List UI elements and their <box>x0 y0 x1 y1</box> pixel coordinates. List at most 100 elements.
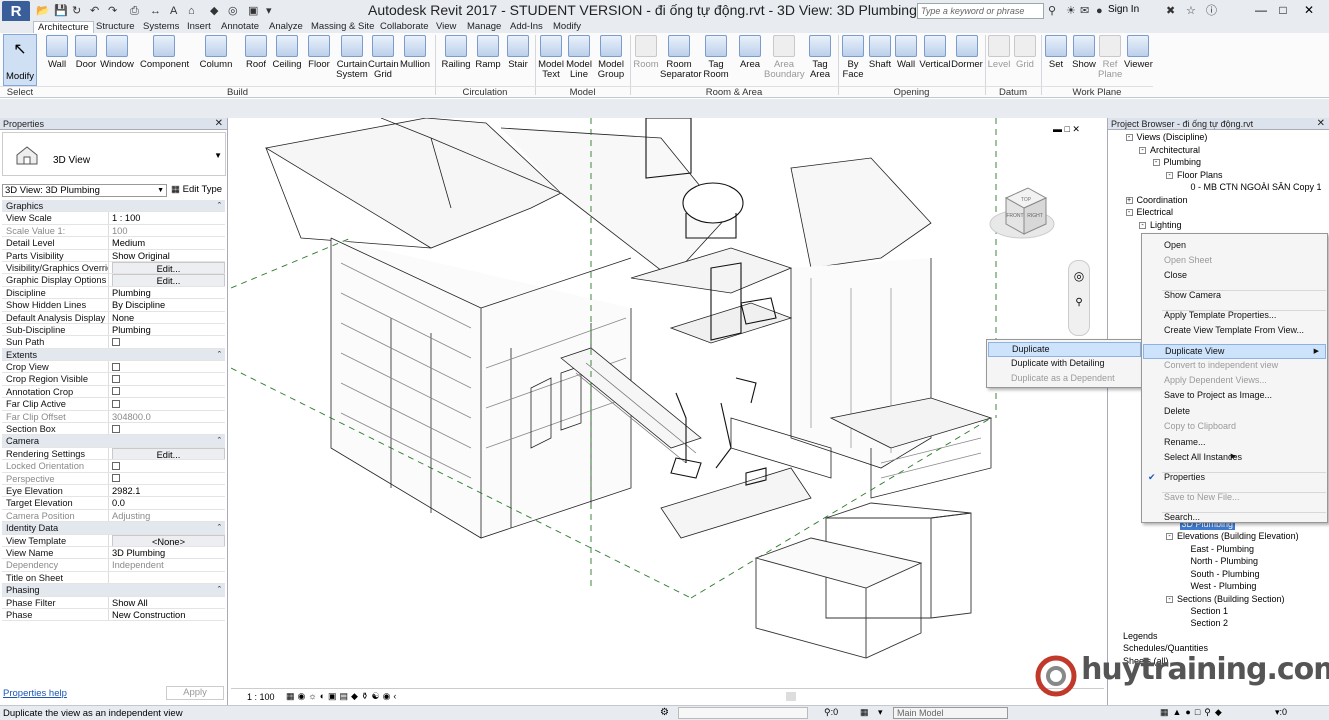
tab-architecture[interactable]: Architecture <box>33 21 94 33</box>
tab-modify[interactable]: Modify <box>549 21 585 33</box>
expander-icon[interactable]: - <box>1139 222 1146 230</box>
property-section-header[interactable]: Identity Data ˆ <box>2 522 225 535</box>
tab-systems[interactable]: Systems <box>139 21 183 33</box>
3d-view-canvas[interactable]: TOP FRONT RIGHT ◎ ⚲ ▬ □ ✕ <box>231 118 1104 688</box>
3d-view-icon[interactable]: ⌂ <box>188 3 195 19</box>
expander-icon[interactable]: - <box>1125 134 1133 142</box>
property-section-header[interactable]: Camera ˆ <box>2 435 225 448</box>
undo-icon[interactable]: ↶ <box>90 3 99 19</box>
close-icon[interactable]: ✕ <box>1317 118 1325 130</box>
property-value[interactable]: Medium <box>112 238 145 248</box>
stair-button[interactable]: Stair <box>504 35 532 70</box>
property-section-header[interactable]: Extents ˆ <box>2 348 225 362</box>
viewer-button[interactable]: Viewer <box>1124 35 1153 70</box>
selection-options-icons[interactable]: ▦▲●□⚲◆ <box>1160 707 1226 718</box>
property-value[interactable]: By Discipline <box>112 300 165 310</box>
checkbox[interactable] <box>112 461 120 470</box>
context-menu-item[interactable]: Convert to independent view <box>1164 360 1278 370</box>
property-value[interactable]: New Construction <box>112 610 185 620</box>
context-menu-item[interactable]: Apply Template Properties... <box>1164 310 1276 320</box>
section-icon[interactable]: ◆ <box>210 3 218 19</box>
context-menu-item[interactable]: Duplicate View ▶ <box>1143 344 1326 359</box>
floor-button[interactable]: Floor <box>305 35 333 70</box>
view-control-icons[interactable]: ▦◉☼◐▣▤◆⚱☯◉‹ <box>286 691 399 702</box>
property-value[interactable]: 3D Plumbing <box>112 548 165 558</box>
component-button[interactable]: Component <box>140 35 189 70</box>
tree-node[interactable]: - Lighting <box>1139 220 1182 231</box>
maximize-icon[interactable]: □ <box>1270 0 1296 20</box>
model-line-button[interactable]: Model Line <box>566 35 592 80</box>
room-button[interactable]: Room <box>633 35 659 70</box>
apply-button[interactable]: Apply <box>166 686 224 700</box>
design-option-selector[interactable]: Main Model <box>893 707 1008 719</box>
tree-node[interactable]: - Views (Discipline) <box>1125 132 1207 143</box>
tree-node[interactable]: West - Plumbing <box>1180 581 1257 592</box>
tag-room-button[interactable]: Tag Room <box>702 35 730 80</box>
zoom-icon[interactable]: ⚲ <box>1069 297 1089 308</box>
tag-area-button[interactable]: Tag Area <box>806 35 834 80</box>
property-value[interactable]: 1 : 100 <box>112 213 140 223</box>
tab-massing-site[interactable]: Massing & Site <box>307 21 378 33</box>
tree-node[interactable]: - Elevations (Building Elevation) <box>1166 531 1299 542</box>
tab-manage[interactable]: Manage <box>463 21 505 33</box>
by-face-button[interactable]: By Face <box>840 35 866 80</box>
user-icon[interactable]: ● <box>1096 3 1103 19</box>
context-menu-item[interactable]: Show Camera <box>1164 290 1221 300</box>
horizontal-scrollbar[interactable] <box>786 692 796 701</box>
tree-node[interactable]: Legends <box>1112 631 1158 642</box>
close-icon[interactable]: ✕ <box>215 118 223 130</box>
switch-windows-icon[interactable]: ▣ <box>248 3 258 19</box>
property-value[interactable]: 304800.0 <box>112 412 151 422</box>
tree-node[interactable]: - Electrical <box>1125 207 1173 218</box>
checkbox[interactable] <box>112 387 120 396</box>
expander-icon[interactable]: - <box>1139 147 1146 155</box>
context-menu-item[interactable]: Copy to Clipboard <box>1164 421 1236 431</box>
sync-icon[interactable]: ↻ <box>72 3 81 19</box>
tab-analyze[interactable]: Analyze <box>265 21 307 33</box>
open-icon[interactable]: 📂 <box>36 3 50 19</box>
context-menu-item[interactable]: Save to New File... <box>1164 492 1240 502</box>
property-value[interactable]: 0.0 <box>112 498 125 508</box>
ref-plane-button[interactable]: Ref Plane <box>1098 35 1122 80</box>
property-value[interactable]: 2982.1 <box>112 486 140 496</box>
type-selector[interactable]: 3D View ▼ <box>2 132 226 176</box>
sign-in-link[interactable]: Sign In <box>1108 4 1139 15</box>
checkbox[interactable] <box>112 337 120 346</box>
navigation-bar[interactable]: ◎ ⚲ <box>1068 260 1090 336</box>
property-value[interactable]: Show Original <box>112 251 170 261</box>
exchange-icon[interactable]: ✖ <box>1166 3 1175 19</box>
tree-node[interactable]: East - Plumbing <box>1180 544 1255 555</box>
model-group-button[interactable]: Model Group <box>596 35 626 80</box>
set-button[interactable]: Set <box>1044 35 1068 70</box>
property-value[interactable]: Plumbing <box>112 325 151 335</box>
ceiling-button[interactable]: Ceiling <box>272 35 302 70</box>
grid-button[interactable]: Grid <box>1013 35 1037 70</box>
favorites-icon[interactable]: ☆ <box>1186 3 1196 19</box>
context-menu-item[interactable]: Rename... <box>1164 437 1206 447</box>
print-icon[interactable]: ⎙ <box>130 3 139 19</box>
context-menu-item[interactable]: Create View Template From View... <box>1164 325 1304 335</box>
edit-type-button[interactable]: ▦ Edit Type <box>171 184 222 195</box>
model-text-button[interactable]: Model Text <box>538 35 564 80</box>
tree-node[interactable]: Section 2 <box>1180 618 1229 629</box>
instance-filter-dropdown[interactable]: 3D View: 3D Plumbing ▼ <box>2 184 167 197</box>
properties-help-link[interactable]: Properties help <box>3 688 67 699</box>
redo-icon[interactable]: ↷ <box>108 3 117 19</box>
text-icon[interactable]: A <box>170 3 177 19</box>
tree-node[interactable]: South - Plumbing <box>1180 569 1260 580</box>
design-options-icon[interactable]: ▦ <box>860 707 869 718</box>
context-menu-item[interactable]: Save to Project as Image... <box>1164 390 1272 400</box>
wall-button[interactable]: Wall <box>45 35 69 70</box>
ramp-button[interactable]: Ramp <box>474 35 502 70</box>
checkbox[interactable] <box>112 474 120 483</box>
tree-node[interactable]: - Plumbing <box>1152 157 1201 168</box>
context-menu-item[interactable]: Open <box>1164 240 1186 250</box>
property-edit-button[interactable]: Edit... <box>112 261 225 274</box>
checkbox[interactable] <box>112 399 120 408</box>
submenu-item[interactable]: Duplicate with Detailing <box>1011 358 1105 368</box>
tab-collaborate[interactable]: Collaborate <box>376 21 433 33</box>
column-button[interactable]: Column <box>198 35 234 70</box>
curtain-grid-button[interactable]: Curtain Grid <box>368 35 399 80</box>
app-menu-button[interactable]: R <box>2 1 30 23</box>
modify-button[interactable]: ↖ Modify <box>3 34 37 86</box>
